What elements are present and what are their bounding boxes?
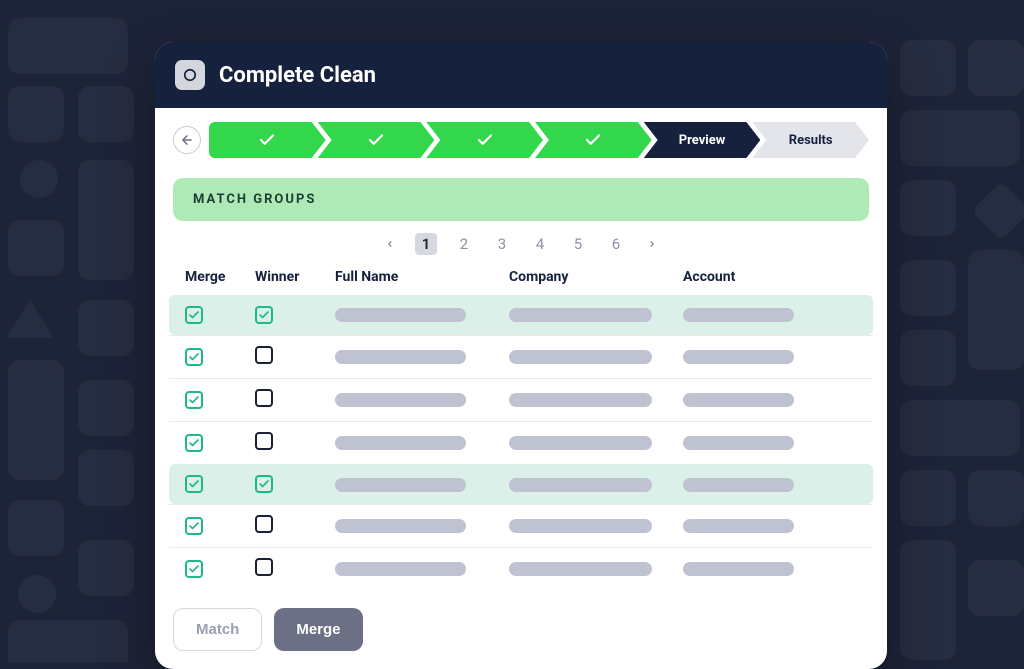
step-1-done[interactable]	[209, 122, 326, 158]
company-value	[509, 393, 652, 407]
step-results[interactable]: Results	[752, 122, 869, 158]
col-merge: Merge	[185, 269, 255, 285]
merge-checkbox[interactable]	[185, 434, 203, 452]
footer-actions: Match Merge	[155, 590, 887, 669]
account-value	[683, 393, 794, 407]
back-button[interactable]	[173, 126, 201, 154]
winner-checkbox[interactable]	[255, 306, 273, 324]
app-title: Complete Clean	[219, 63, 376, 88]
app-card: Complete Clean Preview Results MATCH GRO…	[155, 42, 887, 669]
winner-checkbox[interactable]	[255, 432, 273, 450]
table-row	[169, 464, 873, 504]
full-name-value	[335, 562, 466, 576]
page-number[interactable]: 4	[529, 233, 551, 255]
stepper-row: Preview Results	[155, 108, 887, 168]
full-name-value	[335, 436, 466, 450]
winner-checkbox[interactable]	[255, 515, 273, 533]
winner-checkbox[interactable]	[255, 389, 273, 407]
merge-checkbox[interactable]	[185, 306, 203, 324]
account-value	[683, 478, 794, 492]
section-title: MATCH GROUPS	[173, 178, 869, 221]
step-preview[interactable]: Preview	[644, 122, 761, 158]
merge-checkbox[interactable]	[185, 348, 203, 366]
col-account: Account	[683, 269, 857, 285]
col-company: Company	[509, 269, 683, 285]
account-value	[683, 308, 794, 322]
step-4-done[interactable]	[535, 122, 652, 158]
table-row	[169, 335, 873, 378]
table-row	[169, 378, 873, 421]
page-number[interactable]: 1	[415, 233, 437, 255]
page-number[interactable]: 5	[567, 233, 589, 255]
account-value	[683, 436, 794, 450]
full-name-value	[335, 308, 466, 322]
merge-checkbox[interactable]	[185, 391, 203, 409]
match-button[interactable]: Match	[173, 608, 262, 651]
company-value	[509, 350, 652, 364]
table-row	[169, 547, 873, 590]
account-value	[683, 519, 794, 533]
winner-checkbox[interactable]	[255, 558, 273, 576]
account-value	[683, 350, 794, 364]
table-header: Merge Winner Full Name Company Account	[169, 259, 873, 295]
page-number[interactable]: 2	[453, 233, 475, 255]
pagination: 123456	[155, 221, 887, 259]
col-winner: Winner	[255, 269, 335, 285]
full-name-value	[335, 519, 466, 533]
page-prev[interactable]	[381, 233, 399, 255]
merge-button[interactable]: Merge	[274, 608, 362, 651]
company-value	[509, 519, 652, 533]
full-name-value	[335, 393, 466, 407]
col-fullname: Full Name	[335, 269, 509, 285]
merge-checkbox[interactable]	[185, 475, 203, 493]
app-icon	[175, 60, 205, 90]
company-value	[509, 562, 652, 576]
step-label: Preview	[679, 133, 726, 148]
table-row	[169, 295, 873, 335]
step-3-done[interactable]	[426, 122, 543, 158]
winner-checkbox[interactable]	[255, 346, 273, 364]
step-label: Results	[789, 133, 833, 148]
page-next[interactable]	[643, 233, 661, 255]
winner-checkbox[interactable]	[255, 475, 273, 493]
company-value	[509, 436, 652, 450]
progress-stepper: Preview Results	[209, 122, 869, 158]
full-name-value	[335, 350, 466, 364]
company-value	[509, 478, 652, 492]
merge-checkbox[interactable]	[185, 560, 203, 578]
app-header: Complete Clean	[155, 42, 887, 108]
table-row	[169, 504, 873, 547]
company-value	[509, 308, 652, 322]
table-row	[169, 421, 873, 464]
full-name-value	[335, 478, 466, 492]
merge-checkbox[interactable]	[185, 517, 203, 535]
step-2-done[interactable]	[318, 122, 435, 158]
match-table: Merge Winner Full Name Company Account	[155, 259, 887, 590]
page-number[interactable]: 6	[605, 233, 627, 255]
account-value	[683, 562, 794, 576]
page-number[interactable]: 3	[491, 233, 513, 255]
